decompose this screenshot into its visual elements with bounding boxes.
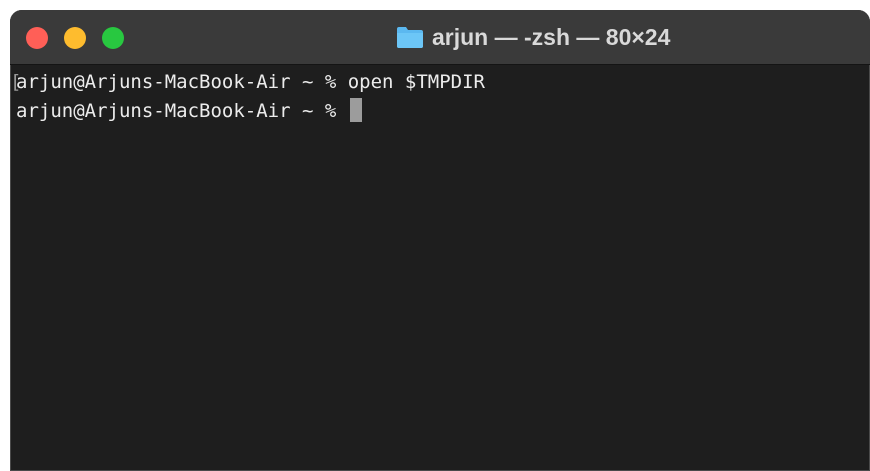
close-window-button[interactable] bbox=[26, 27, 48, 49]
folder-icon bbox=[397, 27, 423, 48]
minimize-window-button[interactable] bbox=[64, 27, 86, 49]
zoom-window-button[interactable] bbox=[102, 27, 124, 49]
terminal-window: arjun — -zsh — 80×24 [ arjun@Arjuns-MacB… bbox=[10, 10, 870, 471]
terminal-line: arjun@Arjuns-MacBook-Air ~ % open $TMPDI… bbox=[16, 68, 870, 97]
terminal-line-text: arjun@Arjuns-MacBook-Air ~ % open $TMPDI… bbox=[16, 71, 485, 93]
terminal-prompt-text: arjun@Arjuns-MacBook-Air ~ % bbox=[16, 100, 348, 122]
title-bar[interactable]: arjun — -zsh — 80×24 bbox=[10, 10, 870, 65]
window-title-text: arjun — -zsh — 80×24 bbox=[432, 23, 671, 50]
terminal-content[interactable]: [ arjun@Arjuns-MacBook-Air ~ % open $TMP… bbox=[10, 68, 870, 471]
terminal-line: arjun@Arjuns-MacBook-Air ~ % bbox=[16, 97, 870, 126]
window-title: arjun — -zsh — 80×24 bbox=[396, 20, 670, 54]
text-cursor bbox=[349, 98, 362, 122]
mark-bracket: [ bbox=[10, 71, 22, 93]
